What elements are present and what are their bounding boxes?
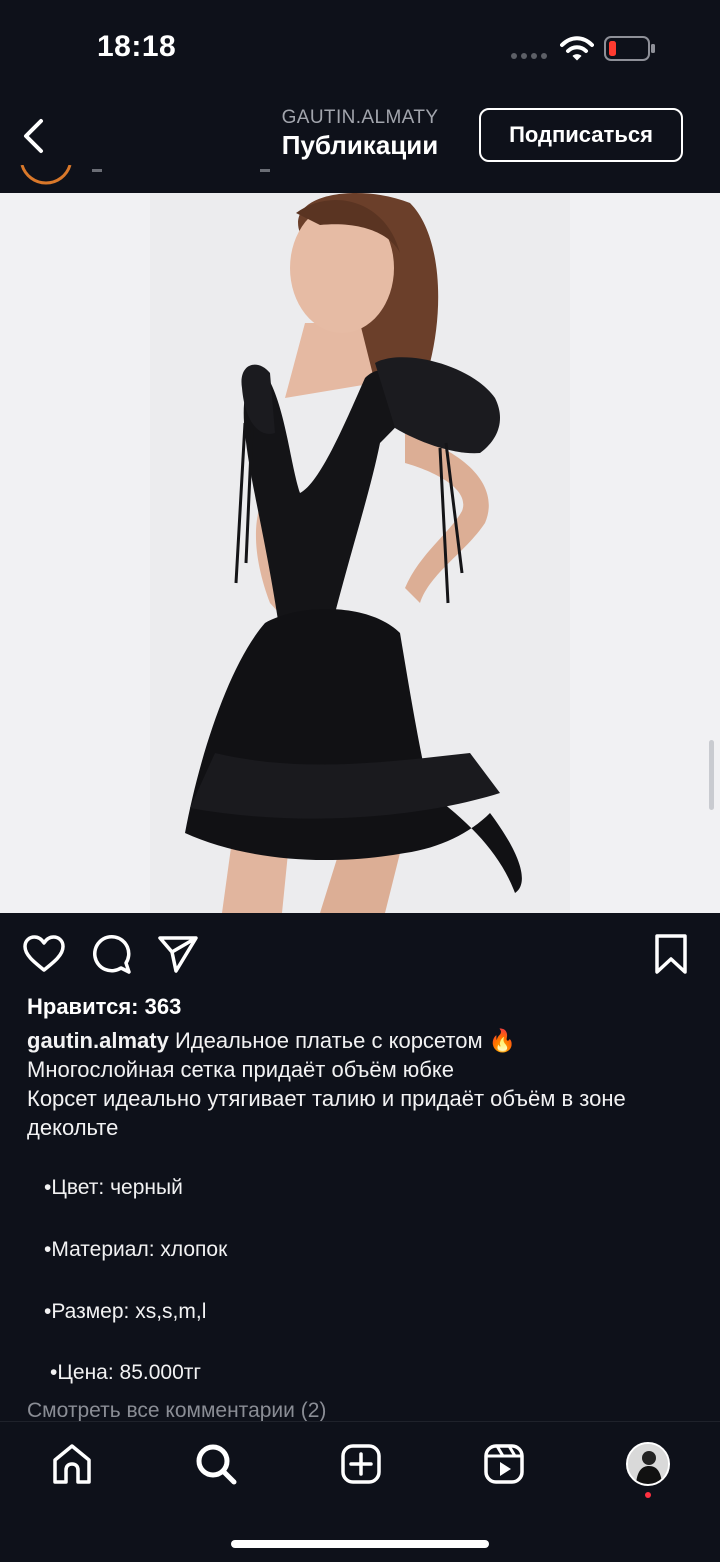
home-indicator[interactable]: [231, 1540, 489, 1548]
home-icon[interactable]: [50, 1442, 94, 1486]
avatar: [628, 1444, 668, 1484]
profile-avatar[interactable]: [626, 1442, 670, 1486]
detail-size: •Размер: xs,s,m,l: [44, 1300, 207, 1323]
page-title: Публикации: [281, 130, 439, 160]
scroll-indicator[interactable]: [709, 740, 714, 810]
bookmark-icon[interactable]: [652, 933, 690, 975]
post-photo[interactable]: [0, 193, 720, 913]
detail-material: •Материал: хлопок: [44, 1238, 228, 1261]
like-heart-icon[interactable]: [22, 934, 66, 974]
caption-username[interactable]: gautin.almaty: [27, 1028, 169, 1053]
share-paper-plane-icon[interactable]: [157, 934, 199, 974]
reels-icon[interactable]: [482, 1442, 526, 1486]
create-plus-square-icon[interactable]: [339, 1442, 383, 1486]
wifi-icon: [560, 36, 594, 61]
post-caption: gautin.almaty Идеальное платье с корсето…: [27, 1026, 699, 1142]
search-icon[interactable]: [194, 1442, 238, 1486]
caption-line: Корсет идеально утягивает талию и придаё…: [27, 1086, 626, 1140]
previous-post-header-peek: [20, 165, 270, 185]
caption-first-line: Идеальное платье с корсетом: [174, 1028, 483, 1053]
likes-count[interactable]: Нравится: 363: [27, 994, 181, 1020]
back-chevron-icon[interactable]: [16, 112, 56, 160]
detail-price: •Цена: 85.000тг: [50, 1361, 202, 1384]
view-all-comments-link[interactable]: Смотреть все комментарии (2): [27, 1399, 326, 1423]
cellular-signal-icon: [511, 53, 549, 59]
header-account-name: GAUTIN.ALMATY: [281, 107, 439, 128]
fire-emoji: 🔥: [488, 1028, 517, 1053]
detail-color: •Цвет: черный: [44, 1176, 183, 1199]
status-time: 18:18: [97, 30, 177, 63]
battery-low-icon: [604, 36, 655, 61]
follow-button[interactable]: Подписаться: [479, 108, 683, 162]
notification-dot: [645, 1492, 651, 1498]
caption-line: Многослойная сетка придаёт объём юбке: [27, 1057, 455, 1082]
model-in-black-dress-image: [0, 193, 720, 913]
comment-bubble-icon[interactable]: [90, 933, 132, 975]
bottom-navigation-bar: [0, 1421, 720, 1562]
